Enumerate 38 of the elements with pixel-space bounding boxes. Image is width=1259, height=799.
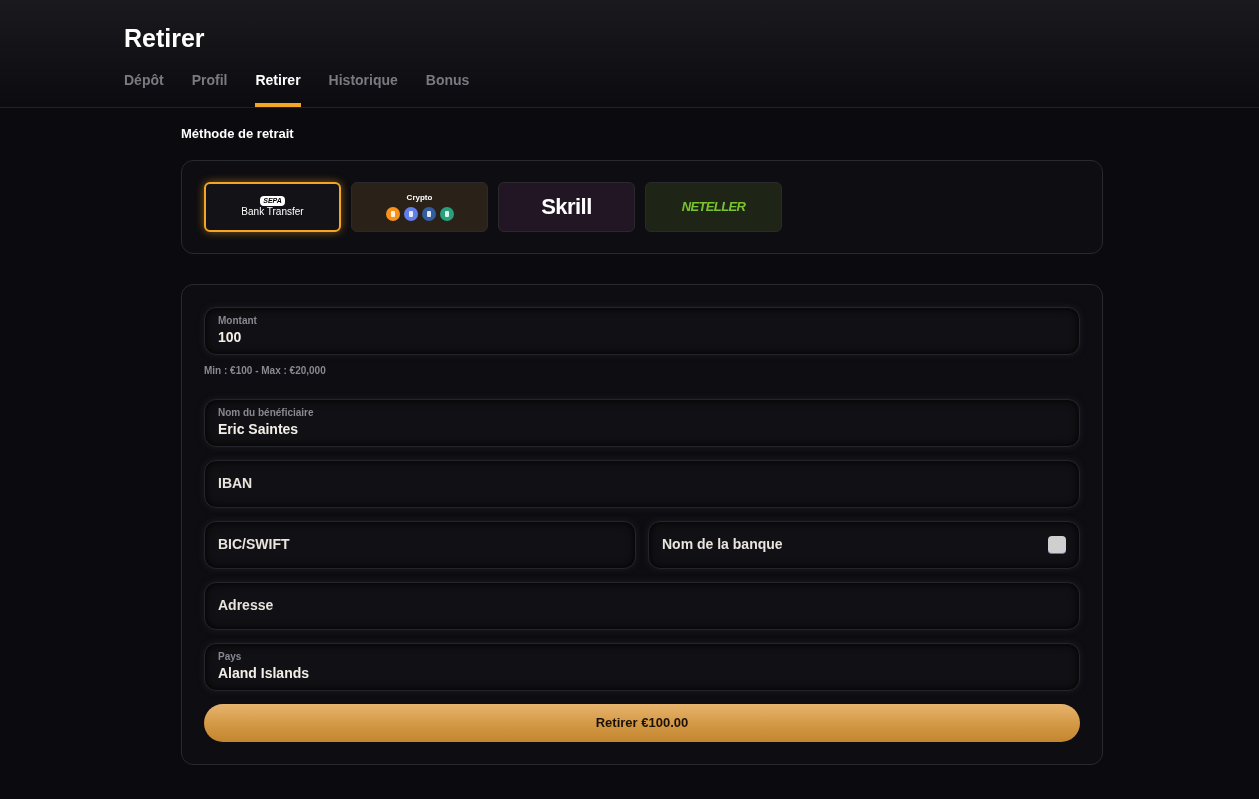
tab[interactable]: Bonus [425,70,470,107]
field-placeholder: Adresse [218,596,274,615]
neteller-logo: NETELLER [681,197,746,216]
field-label: Nom du bénéficiaire [218,406,314,419]
tab[interactable]: Historique [328,70,398,107]
autofill-icon[interactable] [1048,535,1066,554]
field-placeholder: IBAN [218,474,253,493]
page-title: Retirer [124,23,206,54]
coin-icon [421,207,436,221]
field-placeholder: Nom de la banque [662,535,783,554]
input-field[interactable]: Nom du bénéficiaire Eric Saintes [204,398,1080,447]
section-heading: Méthode de retrait [181,125,295,143]
tab[interactable]: Retirer [255,70,301,107]
input-field[interactable]: Nom de la banque [648,520,1080,569]
method-label: Crypto [406,192,433,204]
tab[interactable]: Dépôt [124,70,164,107]
skrill-logo: Skrill [541,193,592,221]
coin-icon [403,207,418,221]
input-field[interactable]: Pays Aland Islands [204,642,1080,691]
field-placeholder: BIC/SWIFT [218,535,290,554]
coin-icon [385,207,400,221]
field-value: 100 [218,327,243,347]
payment-method-option[interactable]: Crypto [351,181,488,232]
field-label: Pays [218,650,243,663]
field-value: Eric Saintes [218,419,300,439]
field-value: Aland Islands [218,663,310,683]
coin-icon [439,207,454,221]
input-field[interactable]: Adresse [204,581,1080,630]
method-label: Bank Transfer [241,205,304,218]
field-label: Montant [218,314,257,327]
amount-limits: Min : €100 - Max : €20,000 [204,363,327,378]
input-field[interactable]: IBAN [204,459,1080,508]
withdraw-button[interactable]: Retirer €100.00 [204,703,1080,742]
payment-method-option[interactable]: NETELLER [645,181,782,232]
input-field[interactable]: BIC/SWIFT [204,520,636,569]
tab[interactable]: Profil [191,70,228,107]
input-field[interactable]: Montant 100 [204,306,1080,355]
payment-method-option[interactable]: Skrill [498,181,635,232]
